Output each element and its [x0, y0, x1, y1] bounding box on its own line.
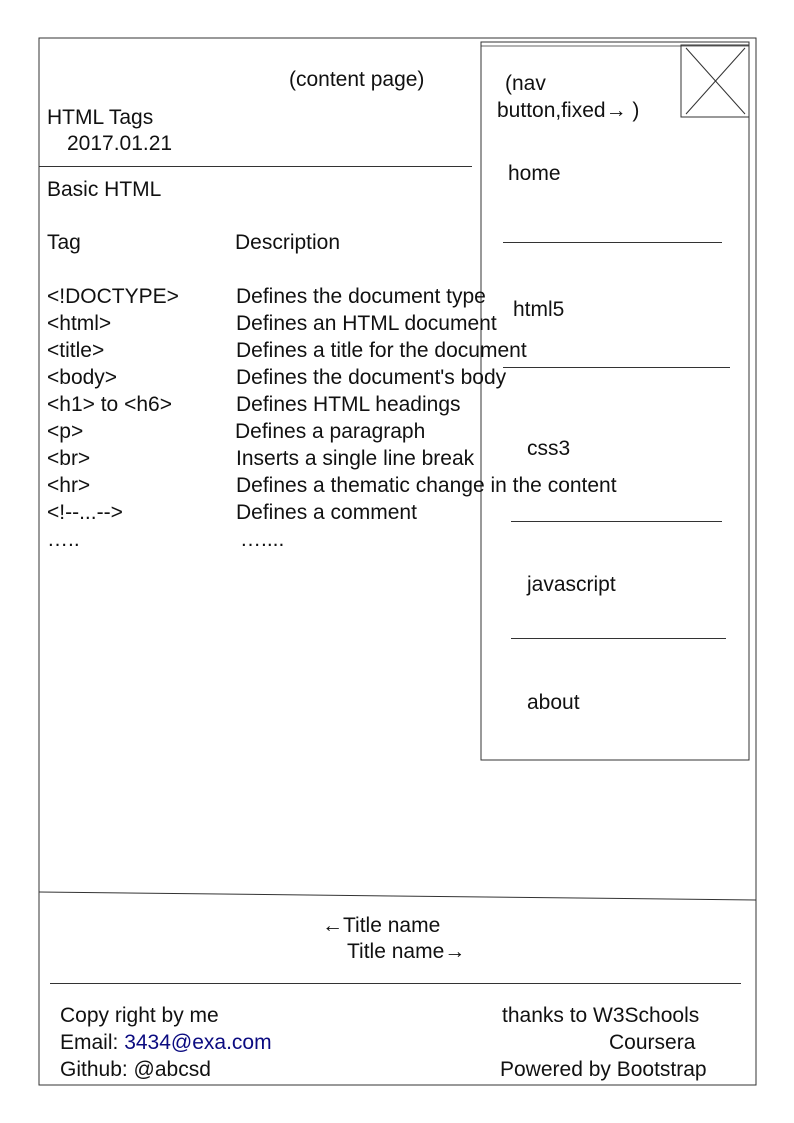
nav-item-css3[interactable]: css3 [527, 437, 570, 461]
table-cell-tag: <hr> [47, 474, 91, 497]
footer-coursera: Coursera [609, 1031, 696, 1054]
nav-divider [503, 367, 730, 368]
table-header-description: Description [235, 231, 341, 254]
nav-divider [511, 521, 722, 522]
nav-label-line2: button,fixed→ ) [497, 99, 640, 122]
table-cell-description: Defines an HTML document [236, 312, 497, 335]
wireframe-page: (content page) HTML Tags 2017.01.21 Basi… [0, 0, 794, 1123]
nav-divider [511, 638, 726, 639]
table-cell-tag: <br> [47, 447, 91, 470]
content-page-label: (content page) [289, 68, 425, 91]
email-label: Email: [60, 1031, 125, 1054]
image-placeholder-icon [680, 44, 750, 118]
page-title: HTML Tags [47, 106, 154, 129]
header-divider [39, 166, 472, 167]
table-cell-description: Defines HTML headings [236, 393, 461, 416]
table-cell-description: Defines the document's body [236, 366, 507, 389]
footer-divider [38, 891, 757, 901]
footer-thanks: thanks to W3Schools [502, 1004, 700, 1027]
footer-powered: Powered by Bootstrap [500, 1058, 707, 1081]
table-cell-tag: <!DOCTYPE> [47, 285, 179, 308]
table-cell-description: Defines the document type [236, 285, 486, 308]
footer-github[interactable]: Github: @abcsd [60, 1058, 211, 1082]
table-cell-tag: <p> [47, 420, 84, 443]
table-cell-description: Inserts a single line break [236, 447, 475, 470]
page-date: 2017.01.21 [67, 132, 173, 155]
nav-item-html5[interactable]: html5 [513, 298, 564, 322]
nav-panel-border [480, 41, 750, 761]
table-cell-tag: <title> [47, 339, 105, 362]
email-link[interactable]: 3434@exa.com [124, 1031, 271, 1054]
nav-divider [503, 242, 722, 243]
table-header-tag: Tag [47, 231, 81, 254]
table-cell-description: Defines a comment [236, 501, 417, 524]
footer-email: Email: 3434@exa.com [60, 1031, 272, 1055]
table-cell-description: Defines a title for the document [236, 339, 527, 362]
nav-item-home[interactable]: home [508, 162, 561, 186]
table-cell-tag: <!--...--> [47, 501, 123, 524]
nav-item-about[interactable]: about [527, 691, 580, 715]
prev-post-link[interactable]: ←Title name [322, 914, 440, 938]
table-cell-tag: <h1> to <h6> [47, 393, 172, 416]
table-cell-tag: ….. [47, 528, 80, 551]
table-cell-tag: <html> [47, 312, 112, 335]
footer-rule [50, 983, 741, 984]
nav-item-javascript[interactable]: javascript [527, 573, 616, 597]
table-cell-tag: <body> [47, 366, 118, 389]
nav-label-line1: (nav [505, 72, 546, 95]
table-cell-description: Defines a thematic change in the content [236, 474, 617, 497]
section-title: Basic HTML [47, 178, 162, 201]
table-cell-description: Defines a paragraph [235, 420, 426, 443]
table-cell-description: ….... [240, 528, 285, 551]
next-post-link[interactable]: Title name→ [347, 940, 465, 964]
footer-copyright: Copy right by me [60, 1004, 219, 1027]
